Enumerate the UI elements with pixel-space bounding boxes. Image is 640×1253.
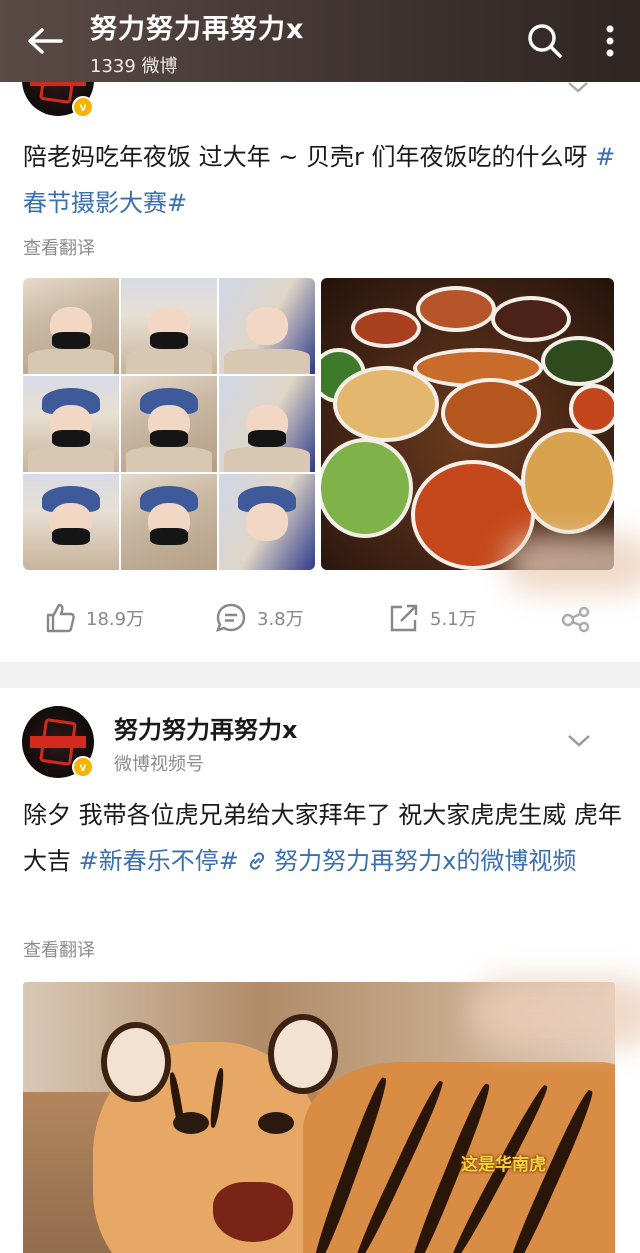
repost-button[interactable]: 5.1万 [388, 602, 477, 634]
blur-overlay [470, 978, 640, 1048]
link-icon [249, 852, 264, 870]
video-link[interactable]: 努力努力再努力x的微博视频 [247, 847, 577, 875]
photo [23, 474, 119, 570]
photo [23, 376, 119, 472]
photo [219, 278, 315, 374]
photo [219, 474, 315, 570]
search-icon [528, 24, 562, 58]
translate-link[interactable]: 查看翻译 [23, 234, 95, 260]
hashtag-link[interactable]: #新春乐不停# [79, 847, 239, 875]
post-count: 1339 微博 [90, 55, 178, 77]
back-button[interactable] [0, 0, 90, 82]
page-title: 努力努力再努力x [90, 13, 305, 45]
translate-link[interactable]: 查看翻译 [23, 936, 95, 962]
repost-count: 5.1万 [430, 609, 477, 630]
top-bar: 努力努力再努力x 1339 微博 [0, 0, 640, 82]
post-text: 陪老妈吃年夜饭 过大年 ~ 贝壳r 们年夜饭吃的什么呀 #春节摄影大赛# [23, 134, 623, 226]
verified-badge-icon: v [72, 96, 94, 118]
photo [121, 474, 217, 570]
more-button[interactable] [580, 0, 640, 82]
post-body: 陪老妈吃年夜饭 过大年 ~ 贝壳r 们年夜饭吃的什么呀 [23, 143, 596, 171]
photo [23, 278, 119, 374]
chevron-down-icon[interactable] [567, 734, 591, 748]
author-name[interactable]: 努力努力再努力x [114, 710, 297, 745]
share-box-icon [390, 604, 418, 632]
like-count: 18.9万 [86, 609, 145, 630]
photo-collage[interactable] [23, 278, 315, 570]
photo [219, 376, 315, 472]
chevron-down-icon[interactable] [567, 82, 589, 94]
header-title-area: 努力努力再努力x 1339 微博 [90, 5, 510, 78]
post-text: 除夕 我带各位虎兄弟给大家拜年了 祝大家虎虎生威 虎年大吉 #新春乐不停# 努力… [23, 792, 623, 884]
search-button[interactable] [510, 0, 580, 82]
photo [121, 376, 217, 472]
share-button[interactable] [560, 602, 592, 634]
action-bar: 18.9万 3.8万 5.1万 [0, 592, 640, 648]
weibo-post: v 陪老妈吃年夜饭 过大年 ~ 贝壳r 们年夜饭吃的什么呀 #春节摄影大赛# 查… [0, 44, 640, 662]
more-vertical-icon [606, 25, 614, 57]
video-caption: 这是华南虎 [461, 1155, 546, 1175]
verified-badge-icon: v [72, 756, 94, 778]
video-link-text: 努力努力再努力x的微博视频 [266, 847, 577, 875]
arrow-left-icon [28, 28, 63, 54]
like-button[interactable]: 18.9万 [44, 602, 144, 634]
comment-button[interactable]: 3.8万 [215, 602, 304, 634]
post-source: 微博视频号 [114, 754, 204, 775]
comment-icon [216, 603, 246, 632]
comment-count: 3.8万 [257, 609, 304, 630]
blur-overlay [505, 534, 640, 594]
food-photo[interactable] [321, 278, 614, 570]
photo [121, 278, 217, 374]
thumbs-up-icon [46, 603, 75, 633]
share-icon [561, 606, 590, 633]
weibo-post: v 努力努力再努力x 微博视频号 除夕 我带各位虎兄弟给大家拜年了 祝大家虎虎生… [0, 688, 640, 1253]
